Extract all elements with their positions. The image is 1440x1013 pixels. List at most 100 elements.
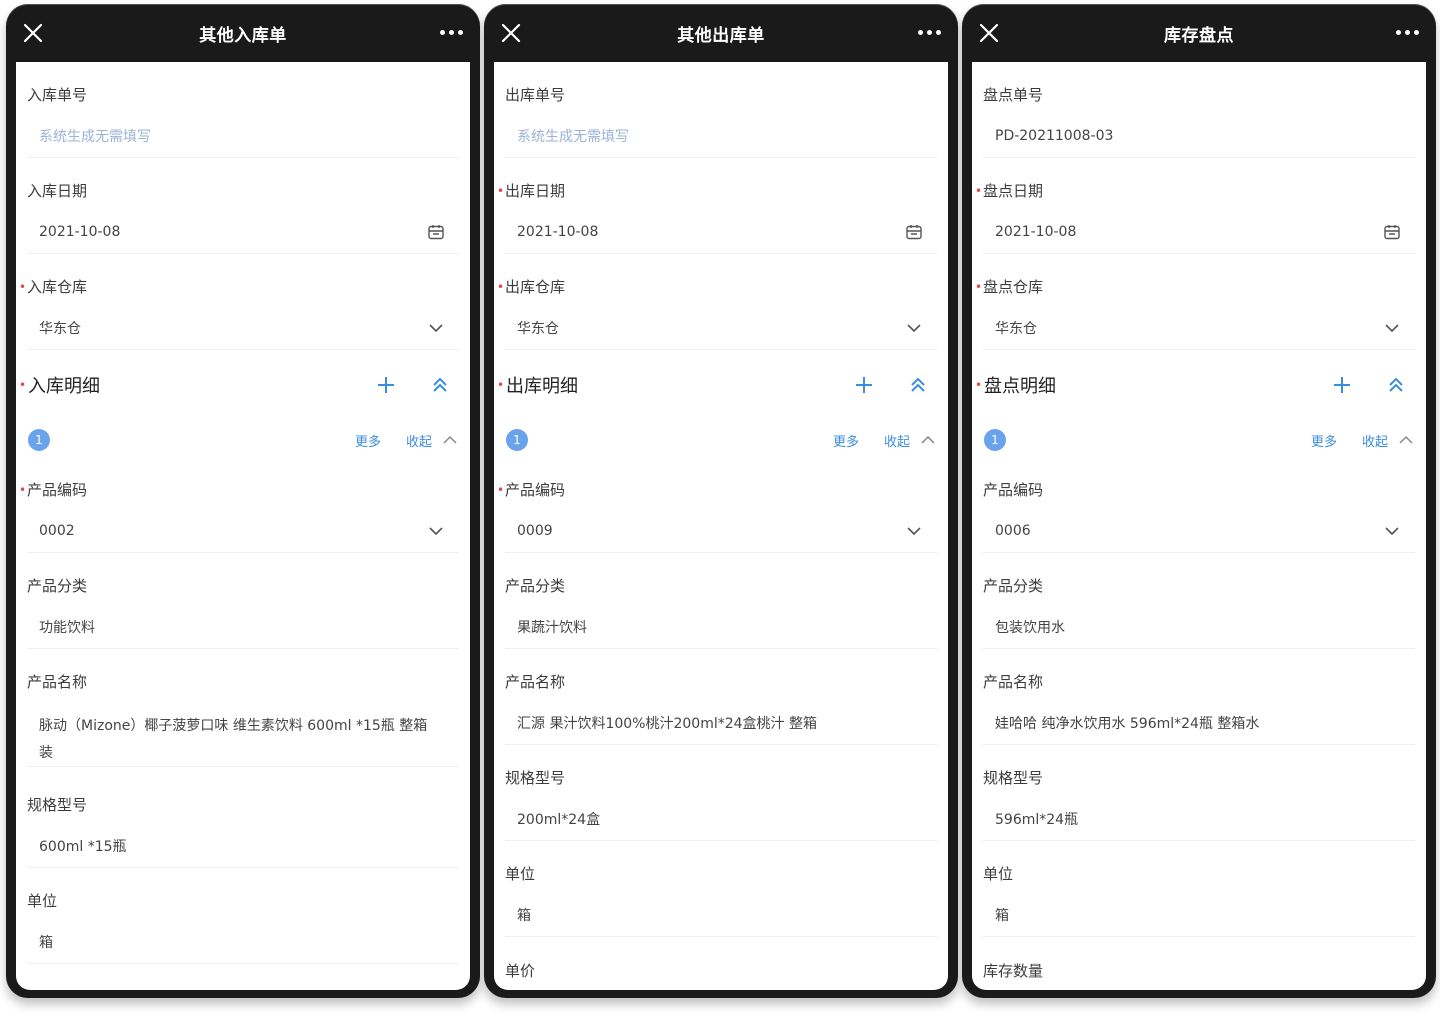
- product-name-field: 娃哈哈 纯净水饮用水 596ml*24瓶 整箱水: [983, 701, 1415, 745]
- chevron-down-icon: [429, 527, 443, 536]
- spec-label: 规格型号: [505, 769, 566, 787]
- category-field: 功能饮料: [27, 605, 459, 649]
- unit-field: 箱: [983, 893, 1415, 937]
- page-title: 库存盘点: [1164, 25, 1234, 46]
- category-label: 产品分类: [27, 577, 88, 595]
- collapse-link[interactable]: 收起: [1362, 431, 1388, 450]
- page-title: 其他出库单: [677, 25, 765, 46]
- chevron-up-icon[interactable]: [442, 434, 458, 446]
- item-index-badge: 1: [984, 429, 1006, 451]
- double-chevron-up-icon[interactable]: [908, 375, 928, 395]
- form-screen: 盘点单号 PD-20211008-03 • 盘点日期 2021-10-08 • …: [972, 62, 1426, 990]
- chevron-down-icon: [429, 324, 443, 333]
- product-name-field: 汇源 果汁饮料100%桃汁200ml*24盒桃汁 整箱: [505, 701, 937, 745]
- chevron-up-icon[interactable]: [920, 434, 936, 446]
- close-icon[interactable]: [978, 22, 1000, 44]
- navbar: 其他出库单: [484, 4, 958, 62]
- unit-field: 箱: [505, 893, 937, 937]
- chevron-down-icon: [907, 527, 921, 536]
- more-link[interactable]: 更多: [833, 431, 859, 450]
- category-label: 产品分类: [505, 577, 566, 595]
- order-no-label: 盘点单号: [983, 86, 1044, 104]
- calendar-icon[interactable]: [1383, 223, 1401, 241]
- date-label: 出库日期: [505, 182, 566, 200]
- date-field[interactable]: 2021-10-08: [27, 210, 459, 254]
- date-value: 2021-10-08: [39, 223, 121, 240]
- form-screen: 出库单号 系统生成无需填写 • 出库日期 2021-10-08 • 出库仓库 华…: [494, 62, 948, 990]
- product-code-label: 产品编码: [983, 481, 1044, 499]
- warehouse-value: 华东仓: [517, 320, 559, 337]
- product-name-field: 脉动（Mizone）椰子菠萝口味 维生素饮料 600ml *15瓶 整箱装: [27, 701, 459, 767]
- category-field: 包装饮用水: [983, 605, 1415, 649]
- plus-icon[interactable]: [376, 375, 396, 395]
- order-no-label: 入库单号: [27, 86, 88, 104]
- date-value: 2021-10-08: [995, 223, 1077, 240]
- warehouse-value: 华东仓: [39, 320, 81, 337]
- collapse-link[interactable]: 收起: [406, 431, 432, 450]
- plus-icon[interactable]: [1332, 375, 1352, 395]
- detail-section-title: 出库明细: [506, 376, 578, 397]
- product-name-label: 产品名称: [983, 673, 1044, 691]
- warehouse-select[interactable]: 华东仓: [505, 306, 937, 350]
- product-code-value: 0009: [517, 522, 553, 539]
- date-field[interactable]: 2021-10-08: [983, 210, 1415, 254]
- detail-section-title: 入库明细: [28, 376, 100, 397]
- double-chevron-up-icon[interactable]: [430, 375, 450, 395]
- close-icon[interactable]: [500, 22, 522, 44]
- stage: 其他入库单 入库单号 系统生成无需填写 入库日期 2021-10-08 • 入库…: [0, 0, 1440, 1013]
- more-link[interactable]: 更多: [355, 431, 381, 450]
- date-value: 2021-10-08: [517, 223, 599, 240]
- spec-field: 200ml*24盒: [505, 797, 937, 841]
- phone-outbound: 其他出库单 出库单号 系统生成无需填写 • 出库日期 2021-10-08 • …: [484, 4, 958, 998]
- required-marker: •: [975, 184, 983, 198]
- more-dots-icon[interactable]: [440, 26, 466, 38]
- calendar-icon[interactable]: [427, 223, 445, 241]
- order-no-label: 出库单号: [505, 86, 566, 104]
- product-code-value: 0002: [39, 522, 75, 539]
- product-code-value: 0006: [995, 522, 1031, 539]
- page-title: 其他入库单: [199, 25, 287, 46]
- unit-label: 单位: [505, 865, 536, 883]
- category-label: 产品分类: [983, 577, 1044, 595]
- product-code-label: 产品编码: [27, 481, 88, 499]
- order-no-field: 系统生成无需填写: [505, 114, 937, 158]
- form-screen: 入库单号 系统生成无需填写 入库日期 2021-10-08 • 入库仓库 华东仓…: [16, 62, 470, 990]
- required-marker: •: [19, 378, 27, 392]
- close-icon[interactable]: [22, 22, 44, 44]
- double-chevron-up-icon[interactable]: [1386, 375, 1406, 395]
- more-dots-icon[interactable]: [918, 26, 944, 38]
- required-marker: •: [975, 280, 983, 294]
- detail-section-title: 盘点明细: [984, 376, 1056, 397]
- warehouse-label: 入库仓库: [27, 278, 88, 296]
- chevron-down-icon: [1385, 527, 1399, 536]
- required-marker: •: [19, 483, 27, 497]
- date-label: 盘点日期: [983, 182, 1044, 200]
- order-no-field: 系统生成无需填写: [27, 114, 459, 158]
- product-code-select[interactable]: 0009: [505, 509, 937, 553]
- plus-icon[interactable]: [854, 375, 874, 395]
- chevron-down-icon: [1385, 324, 1399, 333]
- required-marker: •: [19, 280, 27, 294]
- product-code-select[interactable]: 0006: [983, 509, 1415, 553]
- navbar: 库存盘点: [962, 4, 1436, 62]
- date-field[interactable]: 2021-10-08: [505, 210, 937, 254]
- warehouse-select[interactable]: 华东仓: [983, 306, 1415, 350]
- required-marker: •: [497, 280, 505, 294]
- spec-label: 规格型号: [983, 769, 1044, 787]
- spec-field: 596ml*24瓶: [983, 797, 1415, 841]
- warehouse-select[interactable]: 华东仓: [27, 306, 459, 350]
- collapse-link[interactable]: 收起: [884, 431, 910, 450]
- chevron-down-icon: [907, 324, 921, 333]
- calendar-icon[interactable]: [905, 223, 923, 241]
- required-marker: •: [975, 378, 983, 392]
- order-no-field: PD-20211008-03: [983, 114, 1415, 158]
- more-link[interactable]: 更多: [1311, 431, 1337, 450]
- unit-price-label: 单价: [505, 962, 536, 980]
- spec-label: 规格型号: [27, 796, 88, 814]
- more-dots-icon[interactable]: [1396, 26, 1422, 38]
- stock-qty-label: 库存数量: [983, 962, 1044, 980]
- product-code-select[interactable]: 0002: [27, 509, 459, 553]
- item-index-badge: 1: [28, 429, 50, 451]
- chevron-up-icon[interactable]: [1398, 434, 1414, 446]
- date-label: 入库日期: [27, 182, 88, 200]
